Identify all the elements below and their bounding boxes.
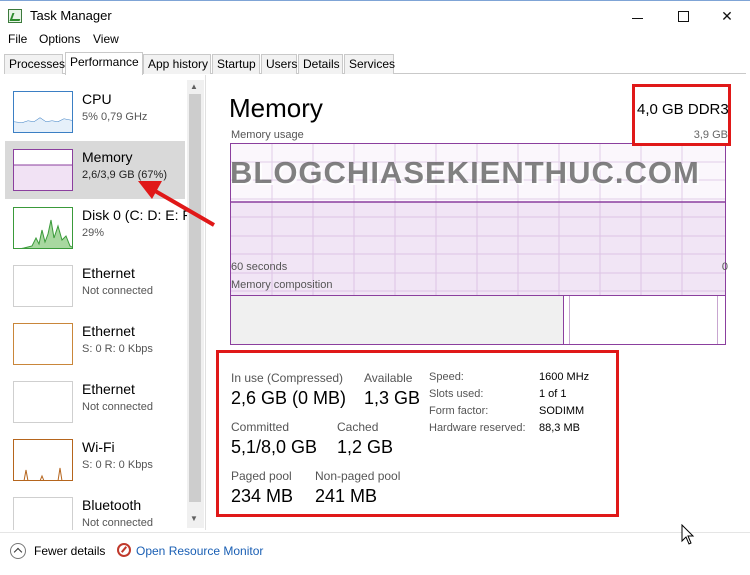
disk-graph-thumbnail bbox=[13, 207, 73, 249]
sidebar-scrollbar[interactable]: ▲ ▼ bbox=[187, 80, 204, 528]
sidebar-item-cpu[interactable]: CPU 5% 0,79 GHz bbox=[5, 83, 185, 141]
title-bar: Task Manager ✕ bbox=[0, 0, 750, 30]
open-resource-monitor-link[interactable]: Open Resource Monitor bbox=[136, 544, 263, 558]
highlight-box-memory-stats bbox=[216, 350, 619, 517]
memory-sparkline bbox=[14, 164, 72, 190]
sidebar-item-subtitle: Not connected bbox=[82, 285, 153, 297]
memory-composition-label: Memory composition bbox=[231, 279, 333, 291]
scroll-up-icon[interactable]: ▲ bbox=[190, 82, 198, 91]
sidebar-item-title: Disk 0 (C: D: E: F bbox=[82, 207, 191, 223]
sidebar-item-subtitle: 2,6/3,9 GB (67%) bbox=[82, 169, 167, 181]
sidebar-item-subtitle: 5% 0,79 GHz bbox=[82, 111, 148, 123]
time-axis-zero: 0 bbox=[721, 261, 728, 273]
close-icon: ✕ bbox=[721, 7, 733, 24]
resource-monitor-icon[interactable] bbox=[117, 543, 131, 557]
ethernet-graph-thumbnail bbox=[13, 323, 73, 365]
tab-processes[interactable]: Processes bbox=[4, 54, 65, 74]
sidebar-item-title: Memory bbox=[82, 149, 133, 165]
composition-in-use bbox=[231, 296, 564, 344]
maximize-icon bbox=[677, 10, 689, 22]
sidebar-item-wifi[interactable]: Wi-Fi S: 0 R: 0 Kbps bbox=[5, 431, 185, 489]
sidebar-item-memory[interactable]: Memory 2,6/3,9 GB (67%) bbox=[5, 141, 185, 199]
memory-composition-bar bbox=[230, 295, 726, 345]
sidebar-item-title: Ethernet bbox=[82, 381, 135, 397]
footer-bar: Fewer details Open Resource Monitor bbox=[0, 532, 750, 575]
resource-list: CPU 5% 0,79 GHz Memory 2,6/3,9 GB (67%) … bbox=[0, 75, 205, 530]
wifi-graph-thumbnail bbox=[13, 439, 73, 481]
highlight-box-memory-type bbox=[632, 84, 731, 146]
ethernet-graph-thumbnail bbox=[13, 265, 73, 307]
tab-services[interactable]: Services bbox=[344, 54, 395, 74]
sidebar-item-ethernet-2[interactable]: Ethernet S: 0 R: 0 Kbps bbox=[5, 315, 185, 373]
sidebar-item-disk[interactable]: Disk 0 (C: D: E: F 29% bbox=[5, 199, 191, 257]
sidebar-item-subtitle: S: 0 R: 0 Kbps bbox=[82, 343, 153, 355]
sidebar-item-title: Bluetooth bbox=[82, 497, 142, 513]
minimize-icon bbox=[631, 17, 643, 19]
chevron-up-icon[interactable] bbox=[10, 543, 26, 559]
cpu-graph-thumbnail bbox=[13, 91, 73, 133]
menu-options[interactable]: Options bbox=[39, 32, 80, 46]
sidebar-item-title: CPU bbox=[82, 91, 112, 107]
menu-file[interactable]: File bbox=[8, 32, 27, 46]
close-button[interactable]: ✕ bbox=[704, 1, 750, 31]
bluetooth-graph-thumbnail bbox=[13, 497, 73, 530]
memory-usage-label: Memory usage bbox=[231, 129, 304, 141]
sidebar-item-ethernet-3[interactable]: Ethernet Not connected bbox=[5, 373, 185, 431]
mouse-cursor-icon bbox=[681, 524, 695, 545]
memory-graph-thumbnail bbox=[13, 149, 73, 191]
minimize-button[interactable] bbox=[614, 1, 660, 31]
window-title: Task Manager bbox=[30, 8, 112, 23]
sidebar-item-title: Wi-Fi bbox=[82, 439, 115, 455]
page-title: Memory bbox=[229, 93, 323, 123]
fewer-details-button[interactable]: Fewer details bbox=[34, 544, 105, 558]
scroll-down-icon[interactable]: ▼ bbox=[190, 514, 198, 523]
sidebar-item-title: Ethernet bbox=[82, 323, 135, 339]
scroll-thumb[interactable] bbox=[189, 94, 201, 502]
watermark-text: BLOGCHIASEKIENTHUC.COM bbox=[230, 155, 700, 190]
menu-bar: File Options View bbox=[0, 30, 750, 50]
tab-performance[interactable]: Performance bbox=[65, 52, 143, 75]
sidebar-item-title: Ethernet bbox=[82, 265, 135, 281]
time-axis-label: 60 seconds bbox=[231, 261, 288, 273]
sidebar-item-subtitle: Not connected bbox=[82, 517, 153, 529]
sidebar-item-subtitle: Not connected bbox=[82, 401, 153, 413]
tab-users[interactable]: Users bbox=[261, 54, 297, 74]
menu-view[interactable]: View bbox=[93, 32, 119, 46]
tab-details[interactable]: Details bbox=[298, 54, 343, 74]
wifi-sparkline bbox=[23, 467, 63, 480]
sidebar-item-subtitle: S: 0 R: 0 Kbps bbox=[82, 459, 153, 471]
cpu-sparkline bbox=[14, 117, 72, 132]
maximize-button[interactable] bbox=[660, 1, 706, 31]
tab-bar: Processes Performance App history Startu… bbox=[4, 52, 746, 75]
task-manager-app-icon bbox=[8, 9, 22, 23]
ethernet-graph-thumbnail bbox=[13, 381, 73, 423]
composition-modified bbox=[567, 296, 570, 344]
tab-startup[interactable]: Startup bbox=[212, 54, 260, 74]
composition-free bbox=[717, 296, 721, 344]
sidebar-item-bluetooth[interactable]: Bluetooth Not connected bbox=[5, 489, 185, 530]
sidebar-item-subtitle: 29% bbox=[82, 227, 105, 239]
disk-sparkline bbox=[21, 219, 72, 248]
tab-app-history[interactable]: App history bbox=[143, 54, 211, 74]
sidebar-item-ethernet-1[interactable]: Ethernet Not connected bbox=[5, 257, 185, 315]
